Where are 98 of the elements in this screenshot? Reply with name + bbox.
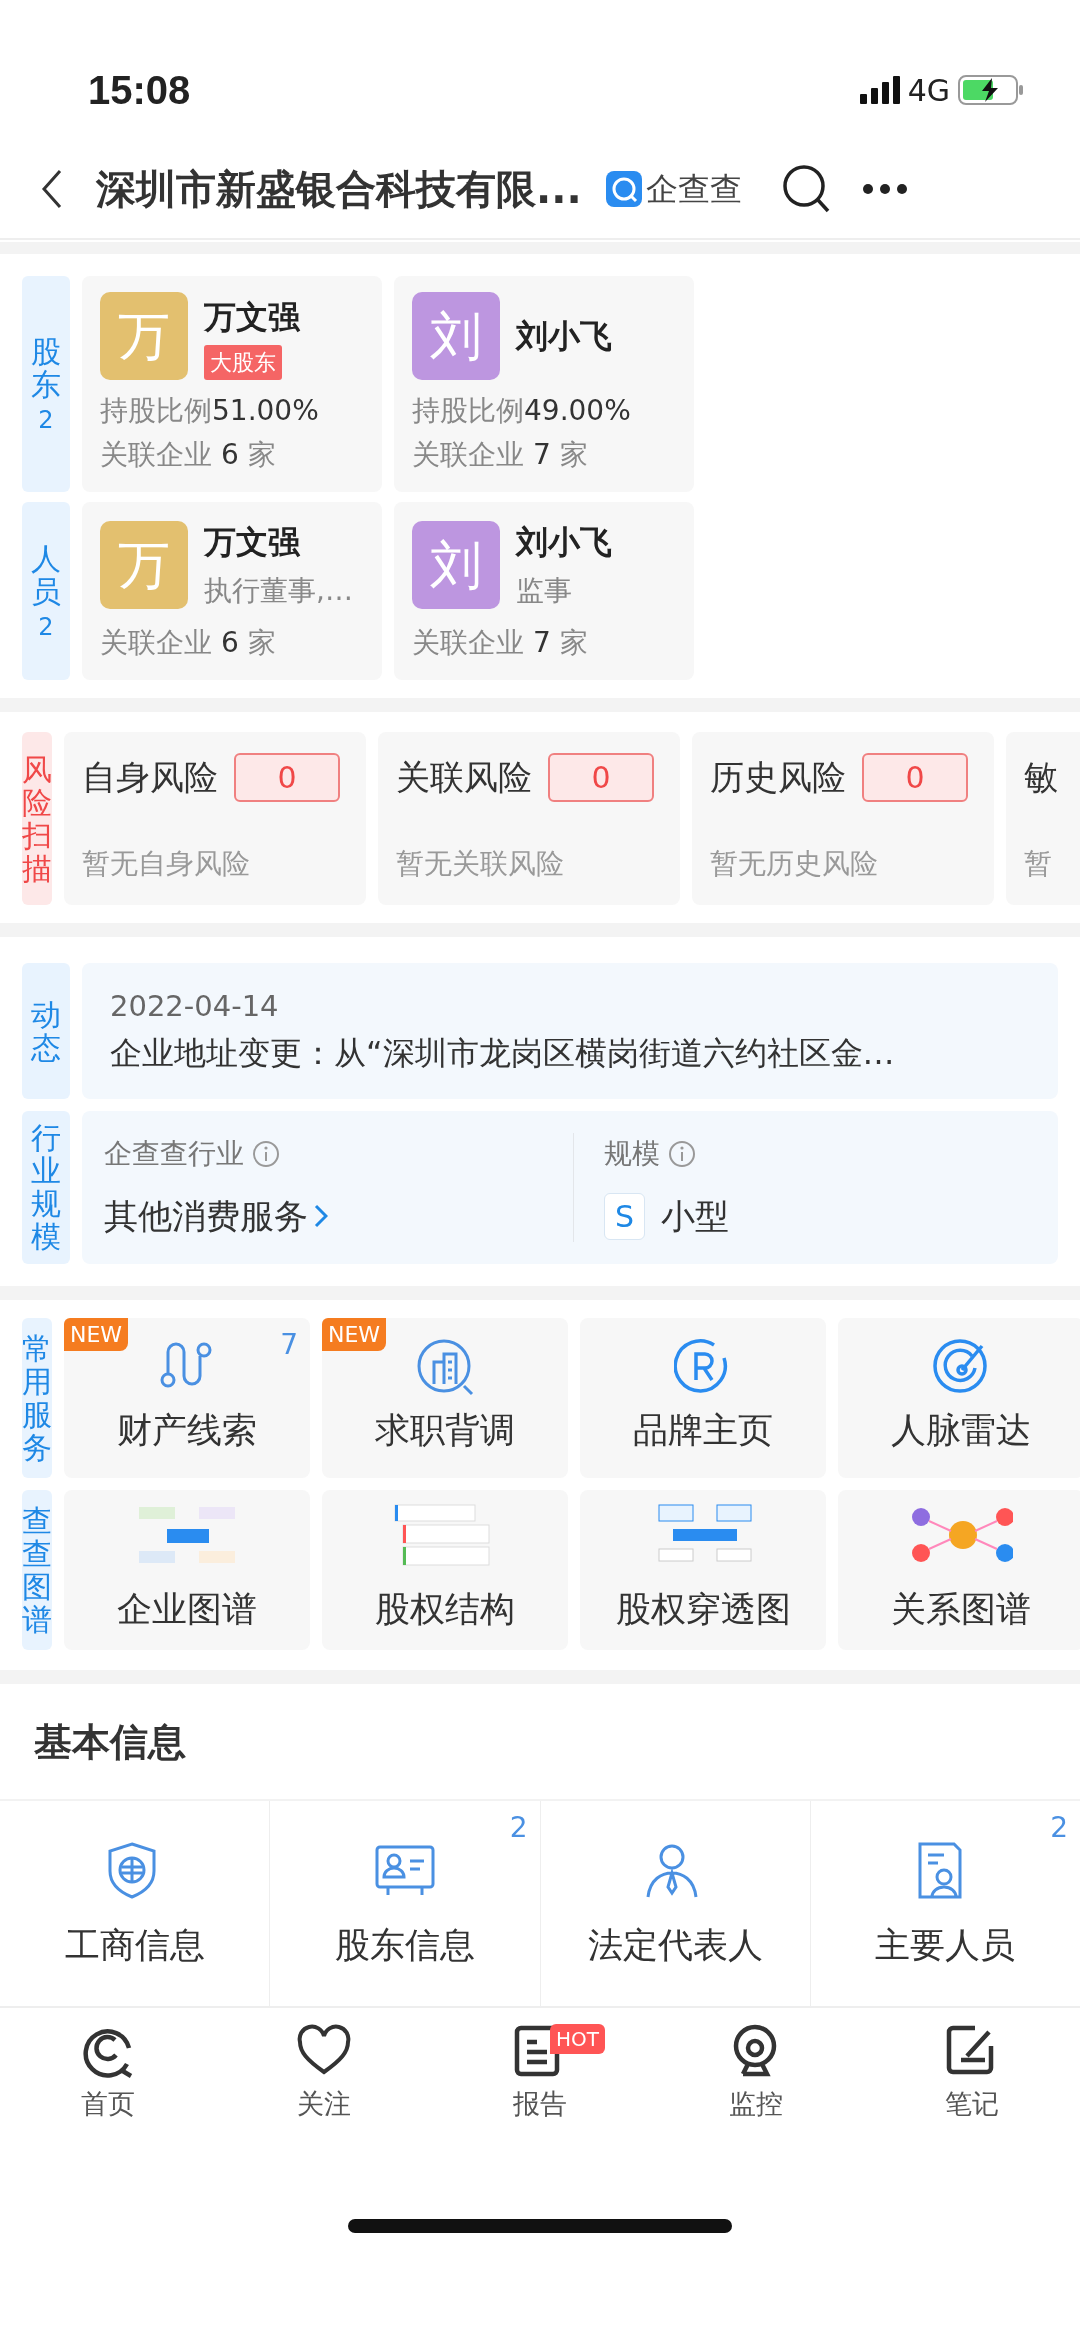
service-tile[interactable]: 人脉雷达 xyxy=(838,1317,1080,1478)
risk-count: 0 xyxy=(548,753,654,802)
industry-link[interactable]: 其他消费服务 xyxy=(104,1190,573,1242)
risk-card[interactable]: 历史风险 0 暂无历史风险 xyxy=(692,732,994,905)
info-icon xyxy=(252,1139,280,1168)
back-icon xyxy=(40,169,64,209)
section-label: 行业规模 xyxy=(22,1110,70,1264)
section-label: 风险扫描 xyxy=(22,732,52,905)
logo-icon xyxy=(605,171,642,207)
person-name: 万文强 xyxy=(204,522,300,563)
section-label: 股东 xyxy=(31,334,61,401)
tab-item[interactable]: 笔记 xyxy=(864,2023,1080,2191)
risk-note: 暂 xyxy=(1024,846,1053,882)
person-name: 刘小飞 xyxy=(516,316,612,357)
info-icon xyxy=(668,1139,696,1168)
service-label: 求职背调 xyxy=(375,1409,515,1453)
graph-tile[interactable]: 企业图谱 xyxy=(64,1489,310,1650)
page-title: 深圳市新盛银合科技有限... xyxy=(96,165,582,214)
person-role: 监事 xyxy=(516,573,572,609)
info-tile[interactable]: 2 股东信息 xyxy=(269,1800,540,2006)
risk-count: 0 xyxy=(862,753,968,802)
info-tile[interactable]: 工商信息 xyxy=(0,1800,270,2006)
tab-item[interactable]: HOT 报告 xyxy=(432,2023,648,2191)
risk-card[interactable]: 敏 暂 xyxy=(1006,732,1080,905)
section-label: 人员 xyxy=(31,541,61,608)
avatar: 刘 xyxy=(412,292,500,380)
avatar: 万 xyxy=(100,521,188,609)
person-name: 刘小飞 xyxy=(516,522,612,563)
more-icon xyxy=(861,183,908,195)
search-icon xyxy=(781,164,830,214)
major-shareholder-tag: 大股东 xyxy=(204,344,282,380)
service-label: 人脉雷达 xyxy=(891,1409,1031,1453)
related-companies: 关联企业 6 家 xyxy=(100,437,277,473)
related-companies: 关联企业 7 家 xyxy=(412,625,589,661)
search-button[interactable] xyxy=(781,164,830,214)
status-time: 15:08 xyxy=(88,67,191,114)
risk-count: 0 xyxy=(234,753,340,802)
info-tile[interactable]: 法定代表人 xyxy=(539,1800,810,2006)
related-companies: 关联企业 6 家 xyxy=(100,625,277,661)
share-ratio: 持股比例49.00% xyxy=(412,393,632,429)
risk-card[interactable]: 自身风险 0 暂无自身风险 xyxy=(64,732,366,905)
scale-badge: S xyxy=(604,1192,646,1240)
tab-item[interactable]: 首页 xyxy=(0,2023,216,2191)
brand-name: 企查查 xyxy=(645,169,742,210)
person-card[interactable]: 刘 刘小飞 持股比例49.00% 关联企业 7 家 xyxy=(394,276,694,492)
service-tile[interactable]: NEW 求职背调 xyxy=(322,1317,568,1478)
person-role: 执行董事,… xyxy=(204,573,353,609)
service-label: 品牌主页 xyxy=(633,1409,773,1453)
risk-title: 关联风险 xyxy=(396,756,532,799)
new-badge: NEW xyxy=(322,1317,387,1351)
info-tile[interactable]: 2 主要人员 xyxy=(809,1800,1080,2006)
chevron-right-icon xyxy=(314,1204,328,1228)
risk-title: 历史风险 xyxy=(710,756,846,799)
avatar: 万 xyxy=(100,292,188,380)
section-label: 动态 xyxy=(22,963,70,1099)
tab-item[interactable]: 监控 xyxy=(648,2023,864,2191)
person-card[interactable]: 万 万文强 大股东 持股比例51.00% 关联企业 6 家 xyxy=(82,276,382,492)
section-label: 常用服务 xyxy=(22,1317,52,1478)
tab-item[interactable]: 关注 xyxy=(216,2023,432,2191)
risk-note: 暂无自身风险 xyxy=(82,846,251,882)
avatar: 刘 xyxy=(412,521,500,609)
building-search-icon xyxy=(416,1338,474,1397)
person-card[interactable]: 刘 刘小飞 监事 关联企业 7 家 xyxy=(394,502,694,680)
graph-tile[interactable]: 股权穿透图 xyxy=(580,1489,826,1650)
scale-value: 小型 xyxy=(661,1194,730,1238)
risk-note: 暂无历史风险 xyxy=(710,846,879,882)
section-count: 2 xyxy=(38,406,54,434)
graph-tile[interactable]: 关系图谱 xyxy=(838,1489,1080,1650)
count-label: 2 xyxy=(509,1809,528,1846)
service-tile[interactable]: 品牌主页 xyxy=(580,1317,826,1478)
section-count: 2 xyxy=(38,613,54,641)
risk-card[interactable]: 关联风险 0 暂无关联风险 xyxy=(378,732,680,905)
risk-title: 敏 xyxy=(1024,756,1058,799)
scale-label: 规模 xyxy=(604,1135,660,1172)
news-text: 企业地址变更：从“深圳市龙岗区横岗街道六约社区金… xyxy=(110,1032,896,1074)
network-label: 4G xyxy=(907,71,950,110)
section-label: 查查图谱 xyxy=(22,1489,52,1650)
hot-badge: HOT xyxy=(550,2023,605,2054)
new-badge: NEW xyxy=(64,1317,129,1351)
count-label: 2 xyxy=(1050,1809,1068,1846)
industry-label: 企查查行业 xyxy=(104,1135,244,1172)
section-title: 基本信息 xyxy=(0,1683,1080,1801)
count-label: 7 xyxy=(280,1326,298,1363)
more-button[interactable] xyxy=(861,183,908,195)
graph-tile[interactable]: 股权结构 xyxy=(322,1489,568,1650)
person-name: 万文强 xyxy=(204,296,300,338)
risk-note: 暂无关联风险 xyxy=(396,846,565,882)
share-ratio: 持股比例51.00% xyxy=(100,393,320,429)
service-tile[interactable]: NEW 7 财产线索 xyxy=(64,1317,310,1478)
service-label: 财产线索 xyxy=(117,1409,257,1453)
news-date: 2022-04-14 xyxy=(110,988,280,1025)
back-button[interactable] xyxy=(40,169,64,209)
related-companies: 关联企业 7 家 xyxy=(412,437,589,473)
news-card[interactable]: 2022-04-14 企业地址变更：从“深圳市龙岗区横岗街道六约社区金… xyxy=(82,963,1058,1099)
risk-title: 自身风险 xyxy=(82,756,218,799)
person-card[interactable]: 万 万文强 执行董事,… 关联企业 6 家 xyxy=(82,502,382,680)
battery-charging-icon xyxy=(958,74,1024,106)
signal-icon xyxy=(859,76,900,104)
